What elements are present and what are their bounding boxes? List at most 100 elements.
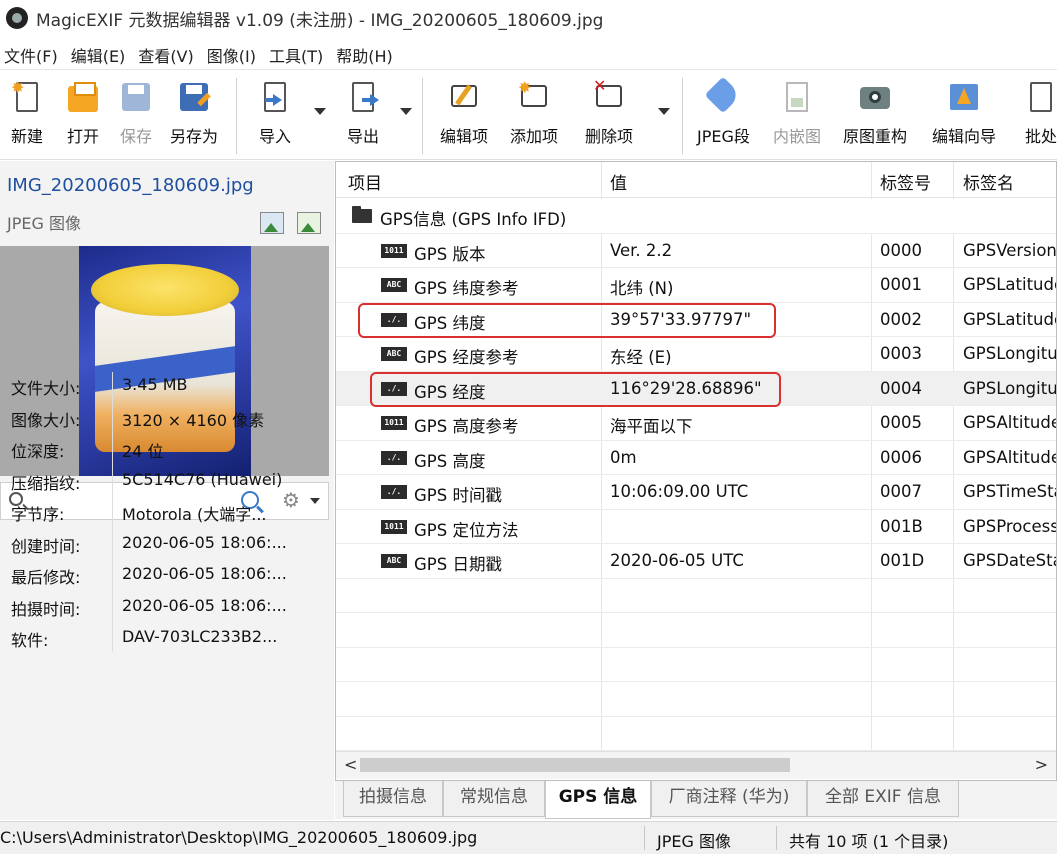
row-tag-name: GPSAltitude [963, 447, 1056, 467]
save-as-icon [177, 80, 211, 114]
property-value: DAV-703LC233B2... [122, 627, 278, 646]
property-row: 拍摄时间: 2020-06-05 18:06:... [0, 593, 334, 624]
scroll-left-icon[interactable]: < [344, 755, 357, 774]
rebuild-button[interactable]: 原图重构 [843, 80, 907, 150]
table-row[interactable]: ./. GPS 时间戳 10:06:09.00 UTC 0007 GPSTime… [336, 475, 1056, 510]
open-folder-icon [66, 80, 100, 114]
new-label: 新建 [10, 127, 43, 146]
property-value: 3120 × 4160 像素 [122, 410, 265, 430]
property-key: 图像大小: [11, 410, 81, 430]
row-tag-name: GPSDateStamp [963, 551, 1056, 570]
empty-row [336, 717, 1056, 751]
import-button[interactable]: 导入 [258, 80, 292, 150]
thumbnail-view-icon[interactable] [297, 212, 321, 234]
import-icon [258, 80, 292, 114]
status-file-path: C:\Users\Administrator\Desktop\IMG_20200… [0, 828, 478, 847]
row-tag-id: 0001 [880, 275, 922, 294]
property-row: 创建时间: 2020-06-05 18:06:... [0, 530, 334, 561]
property-row: 位深度: 24 位 [0, 435, 334, 466]
camera-icon [858, 80, 892, 114]
save-as-button[interactable]: 另存为 [170, 80, 218, 150]
edit-tag-icon [447, 80, 481, 114]
file-type: JPEG 图像 [7, 214, 81, 233]
batch-button[interactable]: 批处 [1024, 80, 1057, 150]
menu-tools[interactable]: 工具(T) [265, 43, 332, 67]
table-row[interactable]: 1011 GPS 高度参考 海平面以下 0005 GPSAltitudeRef [336, 406, 1056, 441]
table-row[interactable]: ./. GPS 高度 0m 0006 GPSAltitude [336, 441, 1056, 475]
delete-tag-icon: ✕ [592, 78, 626, 114]
tab-all-exif[interactable]: 全部 EXIF 信息 [807, 781, 959, 817]
header-item[interactable]: 项目 [348, 169, 382, 194]
delete-item-button[interactable]: ✕ 删除项 [585, 78, 634, 150]
row-name: GPS 时间戳 [414, 486, 502, 505]
jpeg-segment-button[interactable]: JPEG段 [697, 76, 750, 150]
row-tag-name: GPSLatitude [963, 309, 1056, 329]
row-tag-id: 0002 [880, 309, 922, 329]
table-row[interactable]: ABC GPS 纬度参考 北纬 (N) 0001 GPSLatitudeRef [336, 268, 1056, 303]
folder-icon [352, 206, 372, 223]
tab-maker-notes[interactable]: 厂商注释 (华为) [651, 781, 807, 817]
empty-row [336, 682, 1056, 717]
new-button[interactable]: ✸ 新建 [10, 80, 44, 150]
binary-type-icon: 1011 [381, 416, 407, 430]
exif-table: 项目 值 标签号 标签名 GPS信息 (GPS Info IFD) 1011 G… [335, 161, 1057, 781]
menu-edit[interactable]: 编辑(E) [67, 43, 135, 67]
menu-image[interactable]: 图像(I) [203, 43, 265, 67]
property-key: 创建时间: [11, 536, 81, 556]
latitude-highlight-box [358, 303, 776, 338]
scrollbar-thumb[interactable] [360, 758, 790, 772]
menu-file[interactable]: 文件(F) [0, 43, 67, 67]
text-type-icon: ABC [381, 347, 407, 361]
image-view-icon[interactable] [260, 212, 284, 234]
property-value: Motorola (大端字... [122, 505, 267, 524]
header-tag-id[interactable]: 标签号 [880, 169, 931, 194]
embedded-image-button[interactable]: 内嵌图 [773, 80, 821, 150]
save-button[interactable]: 保存 [119, 80, 153, 150]
row-tag-id: 0004 [880, 378, 922, 398]
edit-item-button[interactable]: 编辑项 [440, 80, 488, 150]
row-tag-name: GPSTimeStamp [963, 482, 1056, 501]
status-file-type: JPEG 图像 [657, 832, 731, 851]
delete-item-label: 删除项 [585, 127, 634, 146]
save-label: 保存 [119, 127, 152, 146]
table-row[interactable]: 1011 GPS 定位方法 001B GPSProcessingMethod [336, 510, 1056, 544]
menu-view[interactable]: 查看(V) [134, 43, 202, 67]
menu-help[interactable]: 帮助(H) [332, 43, 402, 67]
header-tag-name[interactable]: 标签名 [963, 169, 1014, 194]
export-icon [346, 80, 380, 114]
table-row[interactable]: ABC GPS 日期戳 2020-06-05 UTC 001D GPSDateS… [336, 544, 1056, 579]
longitude-highlight-box [370, 372, 781, 407]
row-tag-name: GPSLatitudeRef [963, 275, 1056, 294]
jpeg-segment-label: JPEG段 [697, 127, 750, 146]
toolbar-divider [682, 78, 683, 154]
wizard-button[interactable]: 编辑向导 [932, 80, 996, 150]
table-group-row[interactable]: GPS信息 (GPS Info IFD) [336, 199, 1056, 234]
tab-general-info[interactable]: 常规信息 [443, 781, 545, 817]
add-item-button[interactable]: ✸ 添加项 [510, 80, 558, 150]
property-key: 位深度: [11, 442, 65, 461]
property-divider [112, 372, 113, 652]
delete-dropdown-icon[interactable] [658, 108, 670, 115]
export-dropdown-icon[interactable] [400, 108, 412, 115]
table-row[interactable]: ABC GPS 经度参考 东经 (E) 0003 GPSLongitudeRef [336, 337, 1056, 372]
rational-type-icon: ./. [381, 485, 407, 499]
row-value: 海平面以下 [610, 417, 693, 436]
import-dropdown-icon[interactable] [314, 108, 326, 115]
tab-capture-info[interactable]: 拍摄信息 [343, 781, 443, 817]
export-button[interactable]: 导出 [346, 80, 380, 150]
property-value: 2020-06-05 18:06:... [122, 564, 287, 583]
tab-gps-info[interactable]: GPS 信息 [545, 781, 651, 819]
table-row[interactable]: 1011 GPS 版本 Ver. 2.2 0000 GPSVersionID [336, 234, 1056, 268]
row-name: GPS 高度 [414, 451, 486, 471]
empty-row [336, 579, 1056, 613]
open-button[interactable]: 打开 [66, 80, 100, 150]
horizontal-scrollbar[interactable]: < > [336, 751, 1056, 779]
scroll-right-icon[interactable]: > [1035, 755, 1048, 774]
row-tag-id: 001B [880, 516, 923, 536]
property-key: 最后修改: [11, 568, 81, 587]
header-value[interactable]: 值 [610, 169, 627, 194]
new-document-icon: ✸ [10, 80, 44, 114]
text-type-icon: ABC [381, 554, 407, 568]
status-bar: C:\Users\Administrator\Desktop\IMG_20200… [0, 821, 1057, 854]
add-tag-icon: ✸ [517, 80, 551, 114]
